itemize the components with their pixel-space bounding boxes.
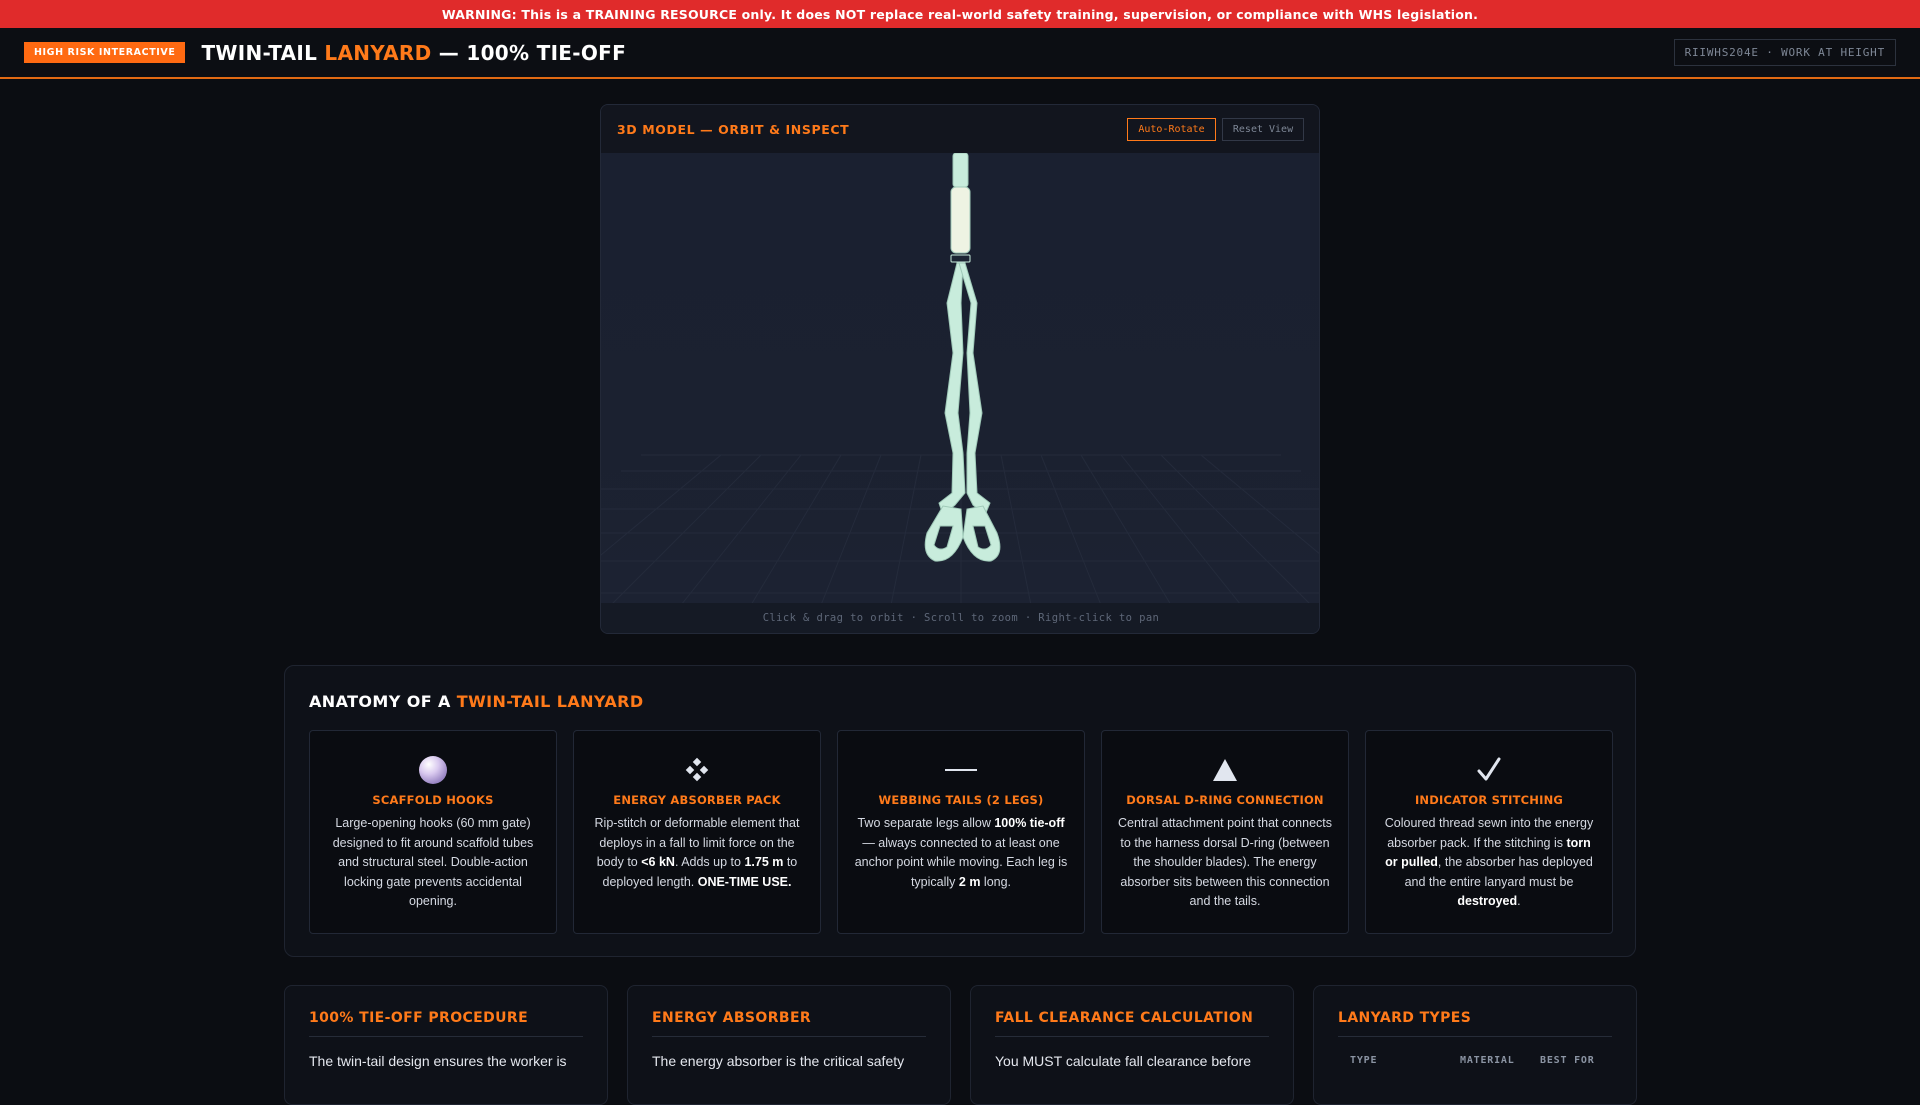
card-description: Coloured thread sewn into the energy abs…: [1380, 814, 1598, 912]
dash-icon: [852, 753, 1070, 787]
anatomy-title-accent: TWIN-TAIL LANYARD: [456, 692, 644, 711]
triangle-icon: [1116, 753, 1334, 787]
auto-rotate-button[interactable]: Auto-Rotate: [1127, 118, 1216, 141]
body-text: Central attachment point that connects t…: [1117, 816, 1332, 908]
scene-svg: [601, 152, 1319, 606]
model-viewer: 3D MODEL — ORBIT & INSPECT Auto-Rotate R…: [600, 104, 1320, 634]
scaffold-hook-left: [924, 505, 964, 562]
page-header: HIGH RISK INTERACTIVE TWIN-TAIL LANYARD …: [0, 28, 1920, 79]
card-description: Large-opening hooks (60 mm gate) designe…: [324, 814, 542, 912]
anatomy-card: WEBBING TAILS (2 LEGS) Two separate legs …: [837, 730, 1085, 934]
energy-absorber-strap: [952, 152, 969, 188]
body-text: Coloured thread sewn into the energy abs…: [1384, 816, 1594, 850]
diamond-cluster-icon: [588, 753, 806, 787]
orbit-controls-hint: Click & drag to orbit · Scroll to zoom ·…: [601, 603, 1319, 633]
panel-title: FALL CLEARANCE CALCULATION: [995, 1010, 1269, 1037]
card-description: Two separate legs allow 100% tie-off — a…: [852, 814, 1070, 892]
title-accent: LANYARD: [324, 40, 432, 65]
checkmark-icon: [1380, 753, 1598, 787]
fall-clearance-panel: FALL CLEARANCE CALCULATION You MUST calc…: [970, 985, 1294, 1105]
body-text: long.: [980, 874, 1012, 889]
viewer-header: 3D MODEL — ORBIT & INSPECT Auto-Rotate R…: [601, 105, 1319, 153]
panel-body: You MUST calculate fall clearance before: [995, 1053, 1252, 1069]
emphasis-text: 1.75 m: [744, 855, 784, 869]
anatomy-card: DORSAL D-RING CONNECTION Central attachme…: [1101, 730, 1349, 934]
title-prefix: TWIN-TAIL: [201, 40, 325, 65]
card-description: Rip-stitch or deformable element that de…: [588, 814, 806, 892]
card-title: SCAFFOLD HOOKS: [372, 793, 494, 807]
emphasis-text: ONE-TIME USE.: [697, 874, 792, 889]
panel-body: The energy absorber is the critical safe…: [652, 1053, 905, 1069]
anatomy-card: SCAFFOLD HOOKS Large-opening hooks (60 mm…: [309, 730, 557, 934]
title-suffix: — 100% TIE-OFF: [431, 40, 627, 65]
panel-title: LANYARD TYPES: [1338, 1010, 1612, 1037]
column-header-material: MATERIAL: [1460, 1055, 1515, 1066]
emphasis-text: 2 m: [958, 874, 981, 889]
anatomy-card: ENERGY ABSORBER PACK Rip-stitch or deform…: [573, 730, 821, 934]
body-text: Large-opening hooks (60 mm gate) designe…: [332, 816, 534, 908]
emphasis-text: destroyed: [1457, 894, 1518, 908]
card-title: DORSAL D-RING CONNECTION: [1126, 793, 1324, 807]
card-title: INDICATOR STITCHING: [1414, 793, 1564, 807]
scaffold-hook-right: [962, 505, 1001, 562]
high-risk-badge: HIGH RISK INTERACTIVE: [24, 42, 186, 63]
column-header-best-for: BEST FOR: [1540, 1055, 1595, 1066]
anatomy-card: INDICATOR STITCHING Coloured thread sewn …: [1365, 730, 1613, 934]
viewer-title: 3D MODEL — ORBIT & INSPECT: [617, 121, 850, 137]
3d-canvas[interactable]: [601, 152, 1319, 606]
anatomy-title-prefix: ANATOMY OF A: [309, 692, 457, 711]
page-title: TWIN-TAIL LANYARD — 100% TIE-OFF: [201, 41, 626, 65]
panel-title: ENERGY ABSORBER: [652, 1010, 926, 1037]
card-title: ENERGY ABSORBER PACK: [613, 793, 781, 807]
emphasis-text: <6 kN: [641, 855, 675, 869]
webbing-tail-left: [938, 262, 966, 516]
absorber-buckle: [950, 254, 971, 263]
warning-text: WARNING: This is a TRAINING RESOURCE onl…: [441, 6, 1479, 22]
column-header-type: TYPE: [1350, 1055, 1378, 1066]
card-description: Central attachment point that connects t…: [1116, 814, 1334, 912]
anatomy-title: ANATOMY OF A TWIN-TAIL LANYARD: [309, 692, 644, 711]
panel-title: 100% TIE-OFF PROCEDURE: [309, 1010, 583, 1037]
energy-absorber-panel: ENERGY ABSORBER The energy absorber is t…: [627, 985, 951, 1105]
energy-absorber-pack: [950, 186, 971, 254]
reset-view-button[interactable]: Reset View: [1222, 118, 1304, 141]
body-text: Two separate legs allow: [857, 816, 995, 830]
tie-off-procedure-panel: 100% TIE-OFF PROCEDURE The twin-tail des…: [284, 985, 608, 1105]
emphasis-text: 100% tie-off: [994, 816, 1065, 830]
panel-body: The twin-tail design ensures the worker …: [309, 1053, 567, 1069]
card-title: WEBBING TAILS (2 LEGS): [878, 793, 1044, 807]
lanyard-model: [924, 152, 1001, 562]
body-text: .: [1517, 894, 1521, 908]
anatomy-cards: SCAFFOLD HOOKS Large-opening hooks (60 mm…: [309, 730, 1613, 934]
anatomy-section: ANATOMY OF A TWIN-TAIL LANYARD SCAFFOLD …: [284, 665, 1636, 957]
course-code-tag: RIIWHS204E · WORK AT HEIGHT: [1673, 39, 1896, 66]
body-text: . Adds up to: [674, 855, 745, 869]
training-warning-banner: WARNING: This is a TRAINING RESOURCE onl…: [0, 0, 1920, 28]
lanyard-types-table-header: TYPE MATERIAL BEST FOR: [1338, 1055, 1612, 1066]
sphere-icon: [324, 753, 542, 787]
lanyard-types-panel: LANYARD TYPES TYPE MATERIAL BEST FOR: [1313, 985, 1637, 1105]
